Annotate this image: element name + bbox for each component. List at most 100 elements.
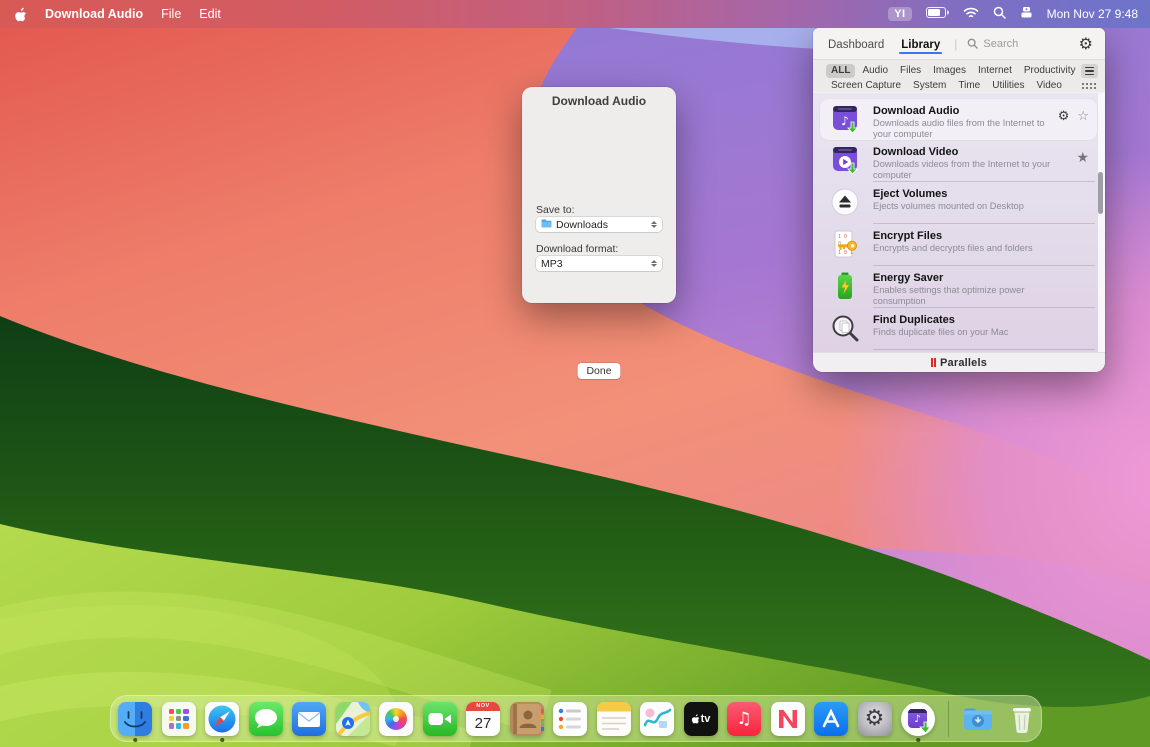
- tool-description: Finds duplicate files on your Mac: [873, 327, 1051, 338]
- tool-description: Downloads videos from the Internet to yo…: [873, 159, 1051, 180]
- favorite-star-filled-icon[interactable]: ★: [1076, 151, 1089, 165]
- tool-row-eject-volumes[interactable]: Eject Volumes Ejects volumes mounted on …: [820, 182, 1097, 223]
- filter-time[interactable]: Time: [953, 79, 985, 93]
- filter-utilities[interactable]: Utilities: [987, 79, 1029, 93]
- finder-dock-icon[interactable]: [118, 702, 152, 736]
- favorite-star-outline-icon[interactable]: ☆: [1077, 110, 1089, 123]
- parallels-logo-icon: [931, 358, 936, 367]
- tab-dashboard[interactable]: Dashboard: [828, 31, 884, 57]
- stepper-icon: [651, 221, 657, 229]
- list-view-icon[interactable]: [1081, 64, 1098, 78]
- freeform-dock-icon[interactable]: [640, 702, 674, 736]
- svg-text:♪: ♪: [841, 114, 849, 128]
- search-input[interactable]: Search: [967, 38, 1078, 50]
- spotlight-search-icon[interactable]: [993, 6, 1006, 22]
- menu-bar: Download Audio File Edit YI Mon Nov 27 9…: [0, 0, 1150, 28]
- battery-icon[interactable]: [926, 7, 949, 21]
- save-to-select[interactable]: Downloads: [536, 217, 662, 232]
- filter-system[interactable]: System: [908, 79, 951, 93]
- facetime-dock-icon[interactable]: [423, 702, 457, 736]
- filter-audio[interactable]: Audio: [857, 64, 893, 78]
- download-format-label: Download format:: [536, 243, 618, 255]
- running-indicator: [916, 738, 920, 742]
- tool-row-encrypt-files[interactable]: 1 001 0 1 Encrypt Files Encrypts and dec…: [820, 224, 1097, 265]
- menu-file[interactable]: File: [161, 7, 181, 21]
- dock: NOV27 tv ♫ ⚙ ♪: [110, 695, 1042, 742]
- tool-description: Ejects volumes mounted on Desktop: [873, 201, 1051, 212]
- filter-video[interactable]: Video: [1031, 79, 1066, 93]
- tool-description: Encrypts and decrypts files and folders: [873, 243, 1051, 254]
- calendar-day-label: 27: [466, 711, 500, 736]
- filter-all[interactable]: ALL: [826, 64, 855, 78]
- battery-bolt-icon: [830, 271, 860, 301]
- input-source-badge[interactable]: YI: [888, 7, 911, 21]
- search-icon: [967, 38, 978, 49]
- category-filters: ALL Audio Files Images Internet Producti…: [813, 59, 1105, 92]
- download-audio-dock-icon[interactable]: ♪: [901, 702, 935, 736]
- filter-images[interactable]: Images: [928, 64, 971, 78]
- tab-library[interactable]: Library: [901, 31, 940, 57]
- menu-edit[interactable]: Edit: [199, 7, 221, 21]
- panel-header: Dashboard Library | Search ⚙: [813, 28, 1105, 59]
- folder-icon: [541, 219, 552, 231]
- filter-files[interactable]: Files: [895, 64, 926, 78]
- reminders-dock-icon[interactable]: [553, 702, 587, 736]
- tool-row-download-audio[interactable]: ♪ Download Audio Downloads audio files f…: [820, 99, 1097, 140]
- scrollbar-thumb[interactable]: [1098, 172, 1103, 214]
- settings-gear-icon[interactable]: ⚙: [1079, 36, 1093, 52]
- tool-description: Downloads audio files from the Internet …: [873, 118, 1051, 139]
- filter-productivity[interactable]: Productivity: [1019, 64, 1081, 78]
- news-dock-icon[interactable]: [771, 702, 805, 736]
- tool-title: Energy Saver: [873, 272, 943, 284]
- audio-download-icon: ♪: [830, 104, 860, 134]
- messages-dock-icon[interactable]: [249, 702, 283, 736]
- contacts-dock-icon[interactable]: [510, 702, 544, 736]
- tool-settings-gear-icon[interactable]: ⚙: [1058, 110, 1070, 123]
- app-store-dock-icon[interactable]: [814, 702, 848, 736]
- stepper-icon: [651, 260, 657, 268]
- apple-tv-dock-icon[interactable]: tv: [684, 702, 718, 736]
- wifi-icon[interactable]: [963, 7, 979, 22]
- system-settings-dock-icon[interactable]: ⚙: [858, 702, 892, 736]
- downloads-folder-dock-icon[interactable]: [961, 702, 995, 736]
- calendar-month-label: NOV: [466, 702, 500, 711]
- grid-view-icon[interactable]: [1081, 80, 1098, 93]
- calendar-dock-icon[interactable]: NOV27: [466, 702, 500, 736]
- tool-title: Find Duplicates: [873, 314, 955, 326]
- tool-title: Download Video: [873, 146, 958, 158]
- tool-description: Enables settings that optimize power con…: [873, 285, 1051, 306]
- trash-dock-icon[interactable]: [1005, 702, 1039, 736]
- svg-text:1 0: 1 0: [838, 234, 847, 240]
- row-divider: [873, 349, 1095, 350]
- desktop: Download Audio File Edit YI Mon Nov 27 9…: [0, 0, 1150, 747]
- music-dock-icon[interactable]: ♫: [727, 702, 761, 736]
- mail-dock-icon[interactable]: [292, 702, 326, 736]
- save-to-label: Save to:: [536, 204, 575, 216]
- tool-row-download-video[interactable]: Download Video Downloads videos from the…: [820, 140, 1097, 181]
- tool-row-find-duplicates[interactable]: Find Duplicates Finds duplicate files on…: [820, 308, 1097, 349]
- menu-bar-clock[interactable]: Mon Nov 27 9:48: [1047, 7, 1138, 21]
- maps-dock-icon[interactable]: [336, 702, 370, 736]
- apple-menu-icon[interactable]: [14, 6, 27, 22]
- filter-internet[interactable]: Internet: [973, 64, 1017, 78]
- apple-logo-icon: [691, 713, 700, 724]
- done-button[interactable]: Done: [577, 363, 620, 379]
- tool-row-energy-saver[interactable]: Energy Saver Enables settings that optim…: [820, 266, 1097, 307]
- eject-icon: [830, 187, 860, 217]
- active-app-menu[interactable]: Download Audio: [45, 7, 143, 21]
- running-indicator: [220, 738, 224, 742]
- filter-screen-capture[interactable]: Screen Capture: [826, 79, 906, 93]
- tv-label: tv: [701, 713, 711, 725]
- download-format-select[interactable]: MP3: [536, 256, 662, 271]
- toolbox-menu-icon[interactable]: [1020, 6, 1033, 22]
- dialog-title: Download Audio: [522, 94, 676, 108]
- video-download-icon: [830, 145, 860, 175]
- launchpad-dock-icon[interactable]: [162, 702, 196, 736]
- tool-title: Download Audio: [873, 105, 959, 117]
- tool-title: Encrypt Files: [873, 230, 942, 242]
- parallels-toolbox-panel: Dashboard Library | Search ⚙ ALL Audio F…: [813, 28, 1105, 372]
- header-divider: |: [954, 37, 957, 51]
- photos-dock-icon[interactable]: [379, 702, 413, 736]
- notes-dock-icon[interactable]: [597, 702, 631, 736]
- safari-dock-icon[interactable]: [205, 702, 239, 736]
